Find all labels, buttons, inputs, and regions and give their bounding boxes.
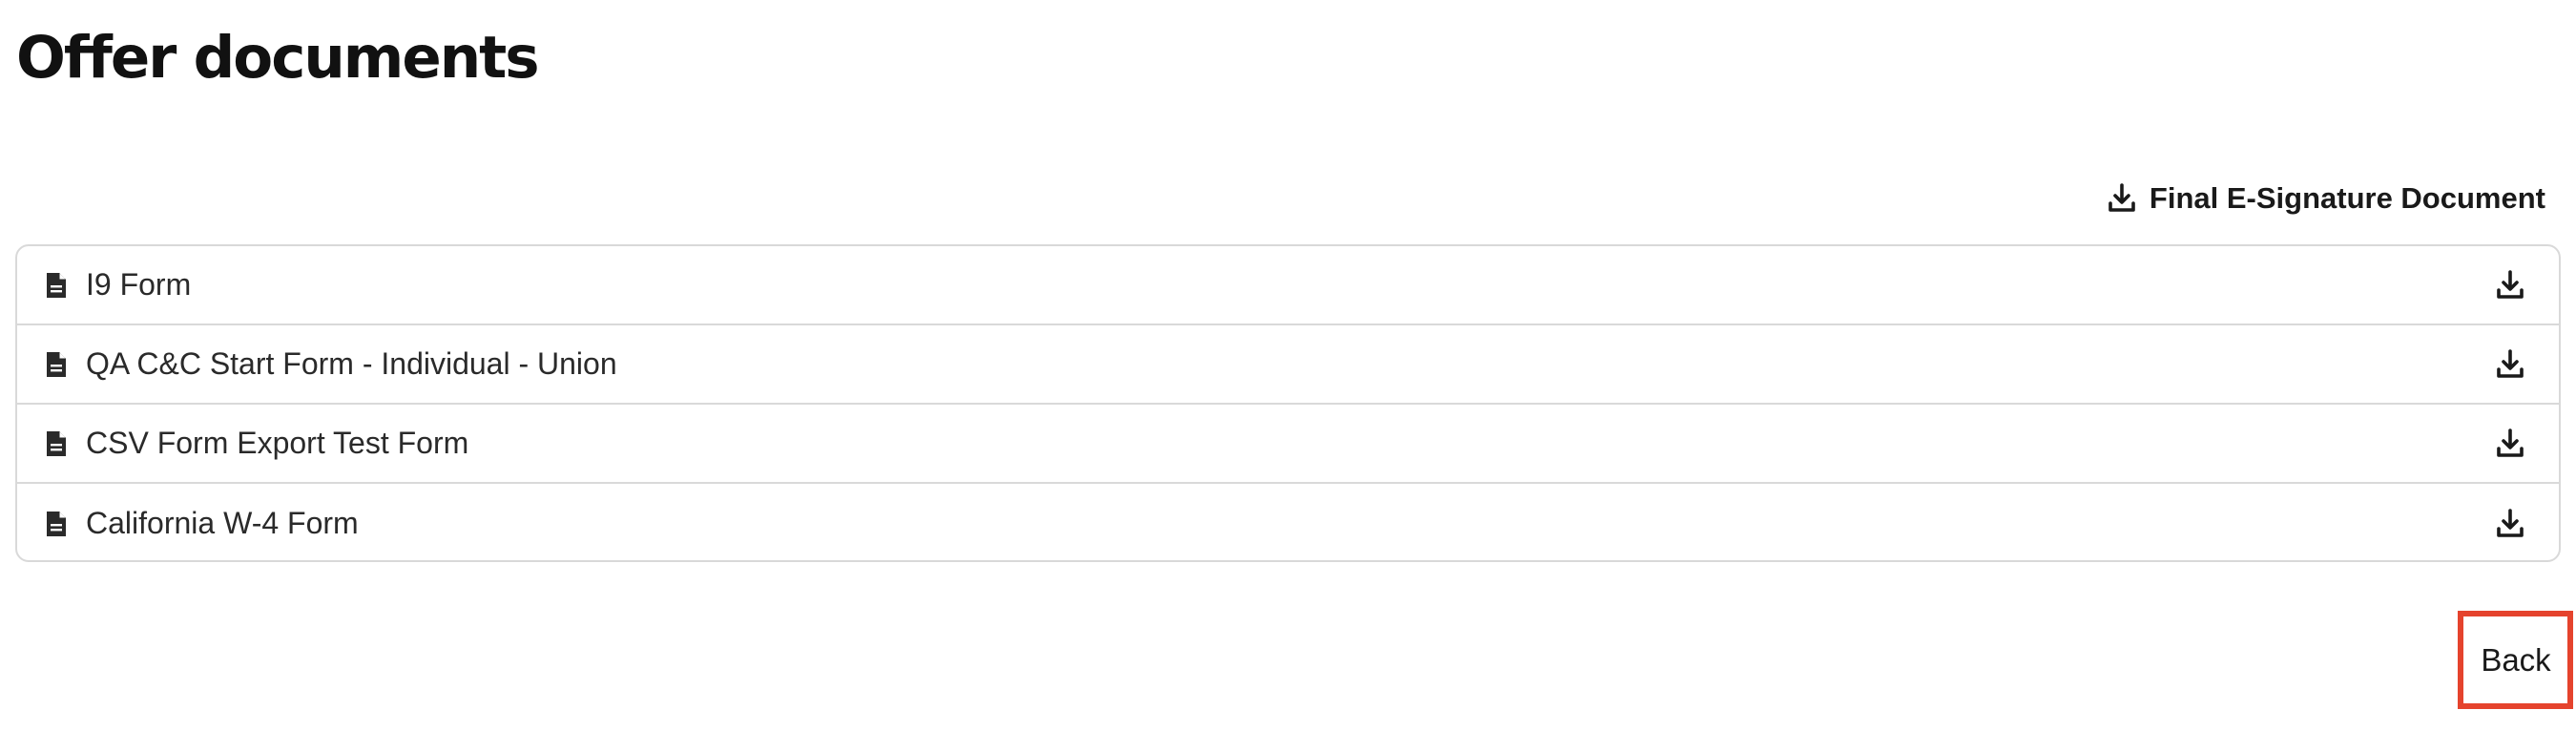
- document-row-california-w4[interactable]: California W-4 Form: [17, 484, 2559, 560]
- file-text-icon: [44, 349, 69, 380]
- document-row-qa-cc-start-form[interactable]: QA C&C Start Form - Individual - Union: [17, 325, 2559, 405]
- final-e-signature-download-link[interactable]: Final E-Signature Document: [2108, 178, 2545, 219]
- document-name[interactable]: CSV Form Export Test Form: [86, 426, 2494, 461]
- final-e-signature-label: Final E-Signature Document: [2149, 181, 2545, 215]
- back-button[interactable]: Back: [2465, 618, 2566, 702]
- document-row-csv-form-export[interactable]: CSV Form Export Test Form: [17, 405, 2559, 484]
- document-name[interactable]: QA C&C Start Form - Individual - Union: [86, 346, 2494, 382]
- file-text-icon: [44, 428, 69, 459]
- download-icon[interactable]: [2494, 428, 2526, 460]
- download-icon[interactable]: [2494, 508, 2526, 540]
- file-text-icon: [44, 509, 69, 539]
- download-icon: [2108, 183, 2136, 214]
- page-title: Offer documents: [16, 24, 540, 92]
- document-name[interactable]: I9 Form: [86, 267, 2494, 303]
- file-text-icon: [44, 270, 69, 301]
- download-icon[interactable]: [2494, 348, 2526, 381]
- document-row-i9[interactable]: I9 Form: [17, 246, 2559, 325]
- document-name[interactable]: California W-4 Form: [86, 506, 2494, 541]
- download-icon[interactable]: [2494, 269, 2526, 302]
- document-list: I9 Form QA C&C Start Form - Individual -…: [15, 244, 2561, 562]
